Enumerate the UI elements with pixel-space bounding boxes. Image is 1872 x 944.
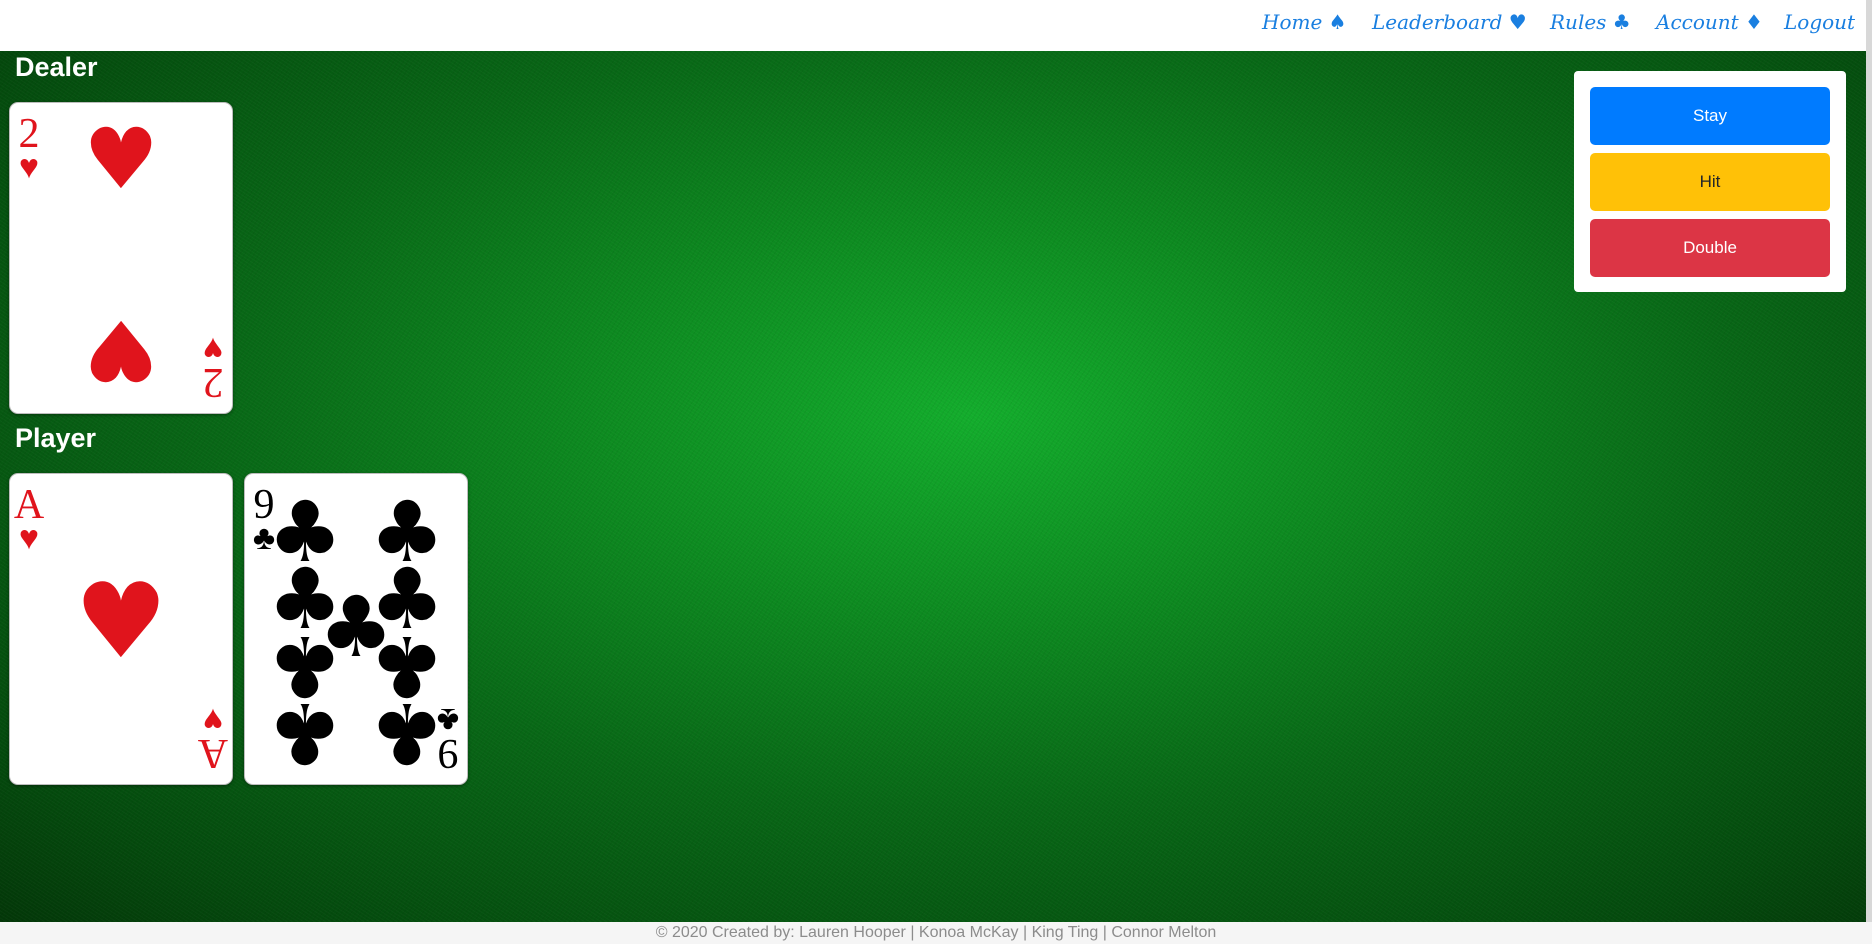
nav-leaderboard-link[interactable]: Leaderboard ♥ <box>1372 10 1527 34</box>
nav-logout-label: Logout <box>1784 10 1856 34</box>
nav-logout-link[interactable]: Logout <box>1784 10 1855 34</box>
heart-icon: ♥ <box>74 560 168 682</box>
heart-icon: ♥ <box>1508 10 1527 34</box>
stay-button[interactable]: Stay <box>1590 87 1830 145</box>
nav-account-link[interactable]: Account ♦ <box>1656 10 1763 34</box>
heart-icon: ♥ <box>83 301 159 399</box>
action-panel: Stay Hit Double <box>1574 71 1846 292</box>
club-icon: ♣ <box>1612 10 1631 34</box>
card-rank: A <box>197 730 229 776</box>
card-rank: 9 <box>437 730 459 776</box>
player-card-1: A ♥ ♥ A ♥ <box>9 473 233 785</box>
card-corner-top: 2 ♥ <box>12 113 46 185</box>
card-corner-bottom: A ♥ <box>196 701 230 776</box>
heart-icon: ♥ <box>83 110 159 208</box>
vertical-scrollbar[interactable] <box>1866 0 1872 922</box>
club-icon: ♣ <box>267 684 343 782</box>
dealer-card-1: 2 ♥ ♥ ♥ 2 ♥ <box>9 102 233 414</box>
nav-rules-link[interactable]: Rules ♣ <box>1550 10 1631 34</box>
nav-rules-label: Rules <box>1550 10 1607 34</box>
card-corner-bottom: 2 ♥ <box>196 330 230 405</box>
club-icon: ♣ <box>436 701 460 738</box>
diamond-icon: ♦ <box>1745 10 1763 34</box>
player-card-2: 9 ♣ ♣ ♣ ♣ ♣ ♣ ♣ ♣ ♣ ♣ 9 ♣ <box>244 473 468 785</box>
footer-credits: © 2020 Created by: Lauren Hooper | Konoa… <box>0 922 1872 944</box>
double-button[interactable]: Double <box>1590 219 1830 277</box>
dealer-label: Dealer <box>15 52 98 82</box>
top-navbar: Home ♠ Leaderboard ♥ Rules ♣ Account ♦ L… <box>0 0 1872 51</box>
card-corner-top: A ♥ <box>12 484 46 556</box>
nav-leaderboard-label: Leaderboard <box>1372 10 1503 34</box>
spade-icon: ♠ <box>1328 10 1347 34</box>
nav-home-link[interactable]: Home ♠ <box>1262 10 1347 34</box>
nav-account-label: Account <box>1656 10 1739 34</box>
hit-button[interactable]: Hit <box>1590 153 1830 211</box>
card-rank: 2 <box>202 359 224 405</box>
heart-icon: ♥ <box>202 330 224 367</box>
heart-icon: ♥ <box>18 149 40 186</box>
nav-home-label: Home <box>1262 10 1323 34</box>
card-corner-bottom: 9 ♣ <box>431 701 465 776</box>
player-label: Player <box>15 423 97 453</box>
